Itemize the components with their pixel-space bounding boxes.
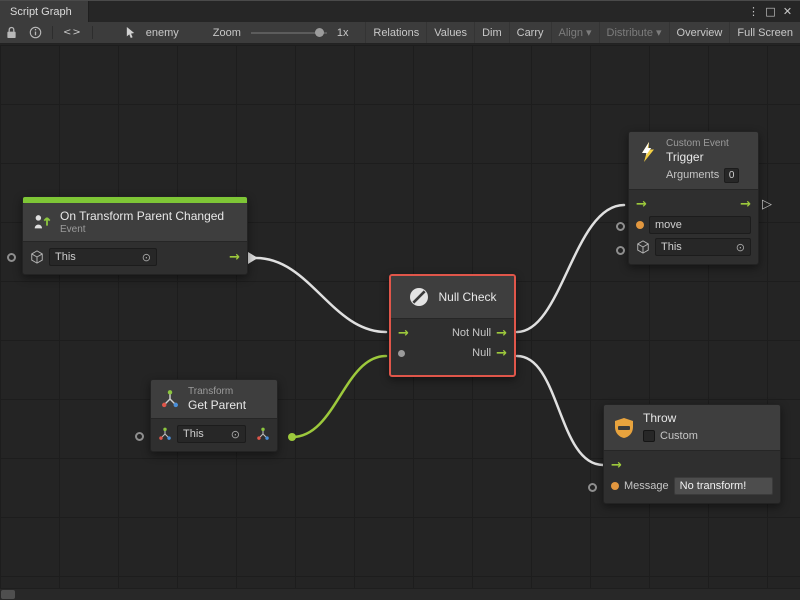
flow-input-port[interactable]: →: [398, 327, 409, 340]
window-controls: ⋮ □ ✕: [745, 1, 800, 22]
event-target-port-circle[interactable]: [7, 253, 16, 262]
throw-badge-icon: [613, 417, 635, 439]
relations-button[interactable]: Relations: [365, 22, 426, 43]
toolbar-separator: [52, 26, 53, 39]
node-null-check[interactable]: Null Check → Not Null → Null →: [389, 274, 516, 377]
horizontal-scrollbar-thumb[interactable]: [1, 590, 15, 599]
fullscreen-button[interactable]: Full Screen: [729, 22, 800, 43]
node-title: Get Parent: [188, 398, 246, 412]
wire-notnull-to-customevent[interactable]: [517, 205, 624, 332]
maximize-icon[interactable]: □: [762, 1, 779, 22]
wire-null-to-throw[interactable]: [517, 356, 603, 465]
window-tab-bar: Script Graph ⋮ □ ✕: [0, 0, 800, 22]
target-object-field[interactable]: This ⊙: [655, 238, 751, 256]
node-custom-event-trigger[interactable]: Custom Event Trigger Arguments 0 → → mov…: [628, 131, 759, 265]
transform-port-icon: [158, 427, 172, 441]
dim-button[interactable]: Dim: [474, 22, 509, 43]
not-null-output-port[interactable]: →: [496, 327, 507, 340]
graph-name-label: enemy: [142, 27, 183, 39]
node-get-parent[interactable]: Transform Get Parent This ⊙: [150, 379, 278, 452]
custom-checkbox-label: Custom: [660, 430, 698, 442]
value-connection-dot: [288, 433, 296, 441]
align-button[interactable]: Align▾: [551, 22, 599, 43]
wire-event-to-nullcheck[interactable]: [256, 258, 386, 332]
node-title: Trigger: [666, 150, 739, 164]
event-name-field[interactable]: move: [649, 216, 751, 234]
lock-icon: [6, 26, 17, 39]
message-value-field[interactable]: No transform!: [674, 477, 773, 495]
arguments-count-field[interactable]: 0: [724, 168, 739, 183]
flow-output-port[interactable]: →: [229, 251, 240, 264]
null-output-port[interactable]: →: [496, 347, 507, 360]
port-label-not-null: Not Null: [452, 327, 491, 339]
transform-parent-changed-icon: [32, 212, 52, 232]
lock-button[interactable]: [0, 22, 23, 43]
transform-icon: [160, 389, 180, 409]
object-picker-icon[interactable]: ⊙: [736, 241, 745, 254]
code-view-button[interactable]: <>: [57, 22, 88, 43]
flow-input-port[interactable]: →: [636, 198, 647, 211]
tab-script-graph[interactable]: Script Graph: [0, 1, 89, 22]
chevron-down-icon: ▾: [656, 26, 662, 39]
target-object-field[interactable]: This ⊙: [177, 425, 246, 443]
throw-message-port-circle[interactable]: [588, 483, 597, 492]
values-button[interactable]: Values: [426, 22, 474, 43]
zoom-slider-handle[interactable]: [315, 28, 324, 37]
string-input-port[interactable]: [636, 221, 644, 229]
horizontal-scrollbar[interactable]: [0, 588, 800, 600]
node-category: Custom Event: [666, 138, 739, 149]
info-icon: [29, 26, 42, 39]
transform-output-port[interactable]: [256, 427, 270, 441]
getparent-target-port-circle[interactable]: [135, 432, 144, 441]
customevent-target-port-circle[interactable]: [616, 246, 625, 255]
overview-button[interactable]: Overview: [669, 22, 730, 43]
customevent-name-port-circle[interactable]: [616, 222, 625, 231]
graph-toolbar: <> enemy Zoom 1x Relations Values Dim Ca…: [0, 22, 800, 44]
custom-checkbox[interactable]: [643, 430, 655, 442]
gameobject-cube-icon: [30, 250, 44, 264]
carry-button[interactable]: Carry: [509, 22, 551, 43]
message-label: Message: [624, 480, 669, 492]
node-on-transform-parent-changed[interactable]: On Transform Parent Changed Event This ⊙…: [22, 196, 248, 275]
graph-pointer-icon: [119, 22, 142, 43]
customevent-flow-out-triangle[interactable]: ▷: [762, 198, 772, 211]
node-throw[interactable]: Throw Custom → Message No transform!: [603, 404, 781, 504]
value-input-port[interactable]: [398, 350, 405, 357]
zoom-slider[interactable]: [251, 32, 327, 34]
distribute-button[interactable]: Distribute▾: [599, 22, 669, 43]
wire-getparent-to-nullcheck[interactable]: [292, 356, 386, 437]
node-title: On Transform Parent Changed: [60, 209, 224, 223]
graph-canvas[interactable]: On Transform Parent Changed Event This ⊙…: [0, 45, 800, 600]
zoom-value: 1x: [333, 27, 353, 39]
node-category: Transform: [188, 386, 246, 397]
close-icon[interactable]: ✕: [779, 1, 796, 22]
node-title: Throw: [643, 411, 698, 425]
target-object-field[interactable]: This ⊙: [49, 248, 157, 266]
node-subtitle: Event: [60, 224, 224, 235]
string-input-port[interactable]: [611, 482, 619, 490]
toolbar-separator: [92, 26, 93, 39]
arguments-label: Arguments: [666, 169, 719, 181]
gameobject-cube-icon: [636, 240, 650, 254]
menu-icon[interactable]: ⋮: [745, 1, 762, 22]
zoom-label: Zoom: [209, 27, 245, 39]
info-button[interactable]: [23, 22, 48, 43]
flow-output-port[interactable]: →: [740, 198, 751, 211]
null-check-icon: [408, 286, 430, 308]
chevron-down-icon: ▾: [586, 26, 592, 39]
custom-event-lightning-icon: [638, 141, 658, 163]
flow-input-port[interactable]: →: [611, 459, 622, 472]
object-picker-icon[interactable]: ⊙: [231, 428, 240, 441]
object-picker-icon[interactable]: ⊙: [142, 251, 151, 264]
tab-title: Script Graph: [10, 6, 72, 18]
node-title: Null Check: [438, 290, 496, 304]
port-label-null: Null: [472, 347, 491, 359]
toolbar-button-group: Relations Values Dim Carry Align▾ Distri…: [365, 22, 800, 43]
